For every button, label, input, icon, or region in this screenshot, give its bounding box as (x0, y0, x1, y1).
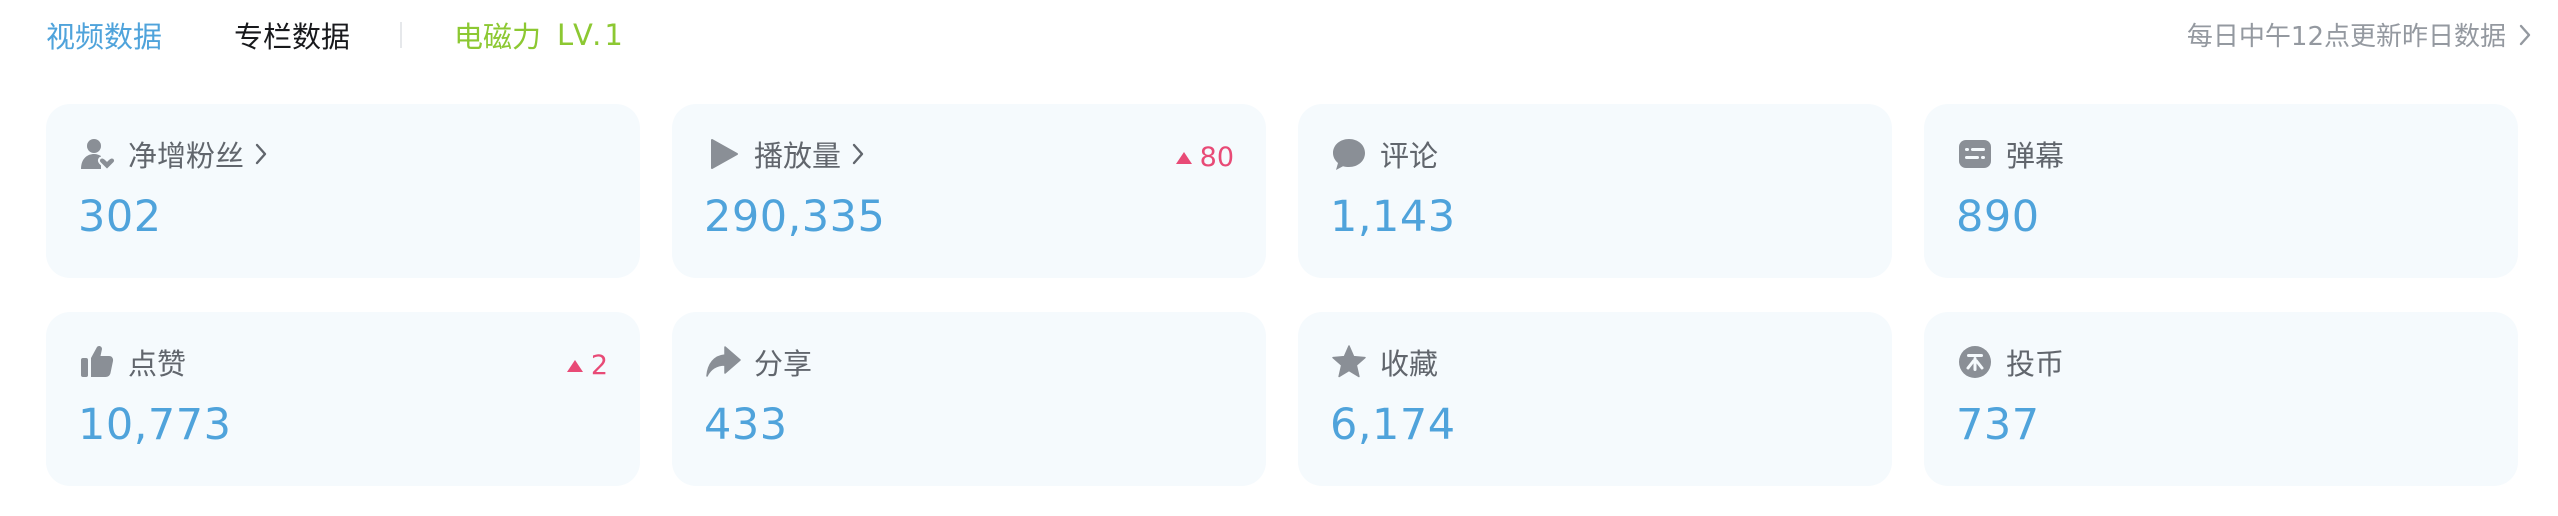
increase-value: 2 (590, 350, 608, 381)
tab-divider (400, 22, 403, 48)
thumb-up-icon (78, 343, 116, 381)
star-icon (1330, 343, 1368, 381)
card-header: 收藏 (1330, 342, 1438, 382)
card-value: 1,143 (1330, 192, 1456, 242)
share-icon (704, 343, 742, 381)
update-note-link[interactable]: 每日中午12点更新昨日数据 (2187, 16, 2532, 53)
play-icon (704, 135, 742, 173)
card-value: 290,335 (704, 192, 886, 242)
card-label: 评论 (1380, 139, 1439, 173)
level-value: LV.1 (557, 18, 626, 52)
card-header: 评论 (1330, 134, 1438, 174)
stat-card-coins: 投币 737 (1924, 312, 2518, 486)
stat-card-shares: 分享 433 (672, 312, 1266, 486)
stats-grid: 净增粉丝 302 播放量 80 290,335 评论 1,143 弹幕 890 … (46, 104, 2518, 486)
card-label: 点赞 (128, 347, 187, 381)
chevron-right-icon (254, 139, 274, 169)
card-value: 6,174 (1330, 400, 1456, 450)
stat-card-views[interactable]: 播放量 80 290,335 (672, 104, 1266, 278)
card-header: 投币 (1956, 342, 2064, 382)
update-note-text: 每日中午12点更新昨日数据 (2186, 22, 2506, 52)
card-value: 10,773 (78, 400, 232, 450)
increase-badge: 80 (1175, 142, 1234, 173)
card-label: 分享 (754, 347, 813, 381)
card-header: 播放量 (704, 134, 871, 174)
tab-article-data[interactable]: 专栏数据 (234, 14, 350, 56)
chevron-right-icon (2519, 24, 2531, 45)
stat-card-comments: 评论 1,143 (1298, 104, 1892, 278)
stat-card-danmaku: 弹幕 890 (1924, 104, 2518, 278)
card-label: 净增粉丝 (128, 139, 245, 173)
comment-icon (1330, 135, 1368, 173)
card-label: 收藏 (1380, 347, 1439, 381)
card-label: 播放量 (754, 139, 842, 173)
level-label: 电磁力 (454, 20, 542, 54)
card-label: 弹幕 (2006, 139, 2065, 173)
increase-badge: 2 (566, 350, 608, 381)
card-value: 433 (704, 400, 788, 450)
stat-card-favorites: 收藏 6,174 (1298, 312, 1892, 486)
level-badge[interactable]: 电磁力 LV.1 (454, 14, 626, 56)
coin-icon (1956, 343, 1994, 381)
card-header: 点赞 (78, 342, 186, 382)
increase-value: 80 (1199, 142, 1234, 173)
card-value: 890 (1956, 192, 2040, 242)
card-header: 净增粉丝 (78, 134, 274, 174)
card-label: 投币 (2006, 347, 2065, 381)
card-header: 弹幕 (1956, 134, 2064, 174)
tab-video-data[interactable]: 视频数据 (46, 14, 162, 56)
stat-card-net-followers[interactable]: 净增粉丝 302 (46, 104, 640, 278)
card-header: 分享 (704, 342, 812, 382)
card-value: 302 (78, 192, 162, 242)
triangle-up-icon (1175, 151, 1192, 164)
user-heart-icon (78, 135, 116, 173)
triangle-up-icon (566, 359, 583, 372)
data-tabs: 视频数据 专栏数据 电磁力 LV.1 (46, 10, 626, 60)
chevron-right-icon (851, 139, 871, 169)
card-value: 737 (1956, 400, 2040, 450)
stat-card-likes: 点赞 2 10,773 (46, 312, 640, 486)
danmaku-icon (1956, 135, 1994, 173)
